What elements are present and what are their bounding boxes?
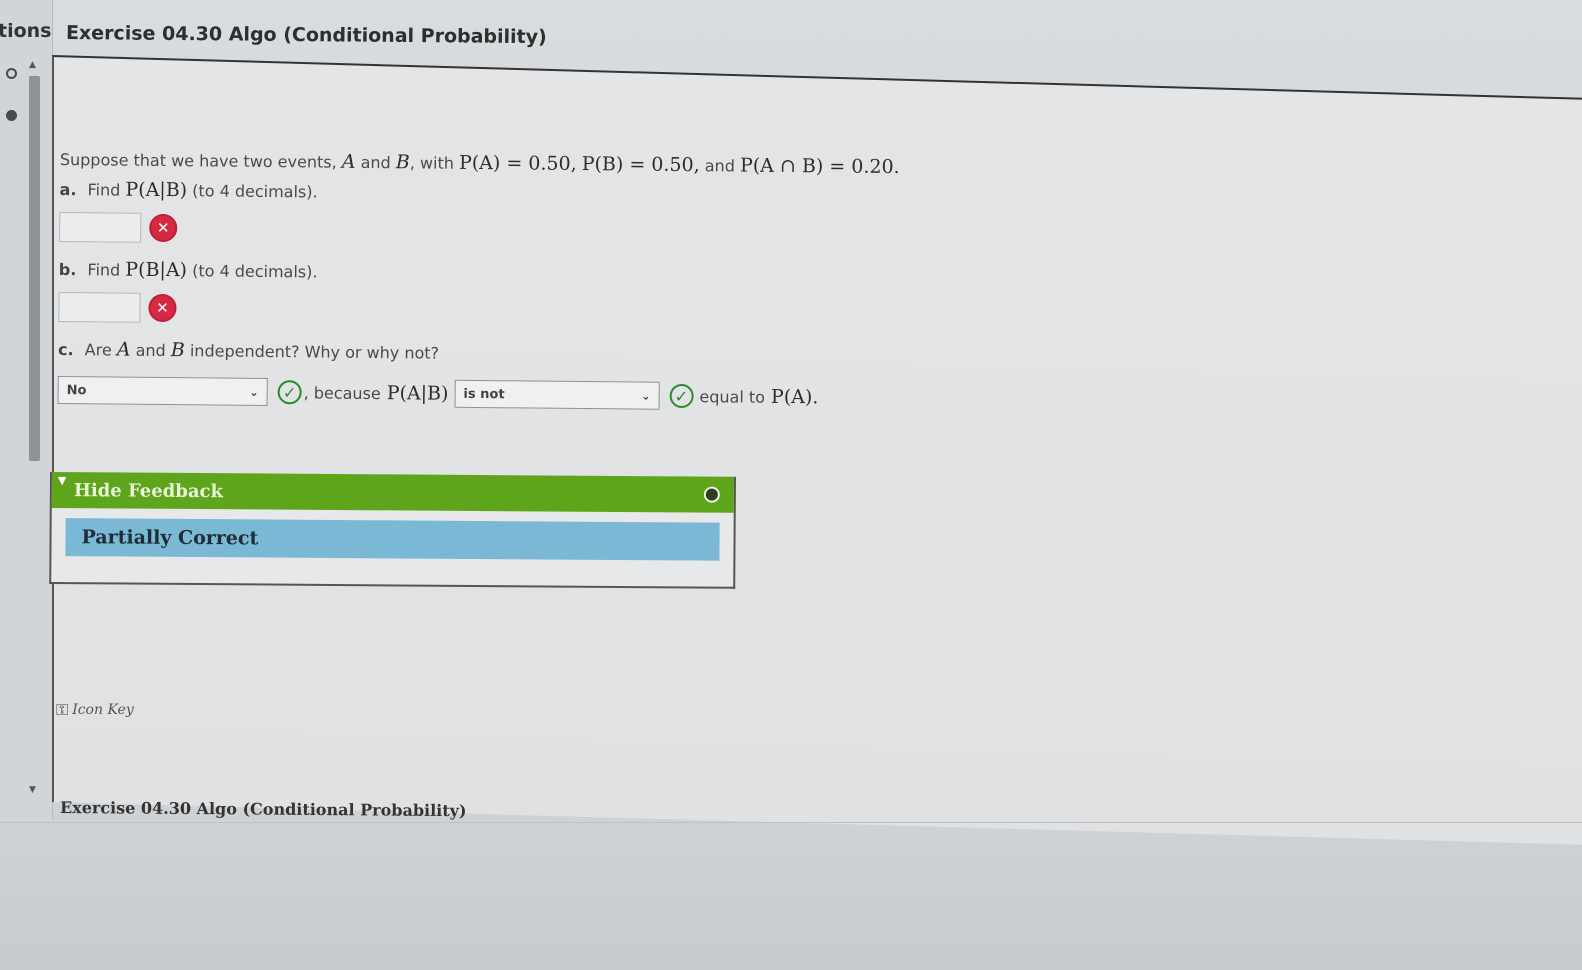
- part-b-suffix: (to 4 decimals).: [192, 261, 318, 282]
- comparison-select-value: is not: [463, 386, 505, 402]
- status-filled-icon: [6, 110, 17, 121]
- answer-a-input[interactable]: [59, 211, 142, 243]
- scroll-down-icon[interactable]: ▼: [29, 785, 36, 795]
- question-content: Suppose that we have two events, A and B…: [57, 148, 900, 412]
- because-text: , because: [303, 382, 381, 403]
- question-b: b. Find P(B|A) (to 4 decimals).: [59, 258, 899, 288]
- status-dot-icon: [6, 68, 17, 79]
- part-a-find: Find: [87, 180, 121, 200]
- incorrect-icon: ✕: [149, 213, 178, 243]
- feedback-status-icon: [703, 486, 720, 503]
- part-a-math: P(A|B): [125, 178, 188, 202]
- part-c-are: Are: [84, 340, 112, 360]
- incorrect-icon: ✕: [148, 293, 177, 323]
- part-a-label: a.: [59, 179, 77, 200]
- hide-feedback-label: Hide Feedback: [73, 479, 224, 502]
- independence-select[interactable]: No ⌄: [57, 375, 268, 407]
- page-title: Exercise 04.30 Algo (Conditional Probabi…: [65, 22, 547, 49]
- part-b-math: P(B|A): [125, 258, 188, 282]
- part-b-find: Find: [87, 260, 121, 280]
- part-c-event-b: B: [170, 339, 185, 362]
- correct-icon: ✓: [277, 380, 302, 405]
- because-math: P(A|B): [386, 382, 449, 405]
- equal-math: P(A).: [770, 385, 819, 409]
- event-b: B: [395, 151, 410, 174]
- part-c-label: c.: [57, 339, 74, 360]
- part-a-suffix: (to 4 decimals).: [192, 181, 318, 202]
- question-c: c. Are A and B independent? Why or why n…: [58, 338, 898, 368]
- icon-key-label: Icon Key: [72, 702, 134, 718]
- scroll-thumb[interactable]: [29, 76, 40, 461]
- comparison-select[interactable]: is not ⌄: [454, 379, 660, 410]
- event-a: A: [341, 150, 356, 173]
- answer-b-input[interactable]: [58, 291, 141, 323]
- correct-icon: ✓: [669, 383, 694, 409]
- chevron-down-icon: ⌄: [641, 389, 651, 403]
- and-word: and: [360, 152, 391, 173]
- part-c-event-a: A: [116, 338, 131, 361]
- prob-a-and-b: P(A ∩ B) = 0.20.: [739, 154, 900, 179]
- intro-text: Suppose that we have two events,: [59, 149, 337, 172]
- chevron-down-icon: ⌄: [249, 385, 259, 399]
- prob-a: P(A) = 0.50,: [458, 151, 577, 175]
- and-word-2: and: [704, 156, 735, 176]
- independence-select-value: No: [66, 382, 87, 398]
- hide-feedback-toggle[interactable]: ▼ Hide Feedback: [51, 472, 734, 513]
- answer-a-row: ✕: [59, 211, 899, 250]
- part-c-and: and: [135, 340, 166, 361]
- feedback-panel: ▼ Hide Feedback Partially Correct: [49, 472, 736, 589]
- answer-b-row: ✕: [58, 291, 898, 330]
- sidebar-tab-label[interactable]: tions: [0, 20, 51, 42]
- left-sidebar: tions ▲ ▼: [0, 0, 53, 820]
- feedback-result: Partially Correct: [65, 518, 720, 561]
- part-c-suffix: independent? Why or why not?: [189, 341, 440, 363]
- icon-key-link[interactable]: ⚿ Icon Key: [56, 700, 134, 720]
- part-b-label: b.: [58, 259, 77, 280]
- equal-text: equal to: [699, 386, 766, 407]
- key-icon: ⚿: [56, 700, 69, 719]
- footer-divider: [0, 822, 1582, 823]
- prob-b: P(B) = 0.50,: [581, 153, 700, 177]
- with-word: , with: [409, 153, 455, 173]
- collapse-arrow-icon: ▼: [57, 474, 67, 488]
- footer-title: Exercise 04.30 Algo (Conditional Probabi…: [59, 798, 467, 821]
- scroll-up-icon[interactable]: ▲: [29, 60, 36, 70]
- scrollbar[interactable]: ▲ ▼: [27, 60, 41, 795]
- question-a: a. Find P(A|B) (to 4 decimals).: [60, 178, 900, 208]
